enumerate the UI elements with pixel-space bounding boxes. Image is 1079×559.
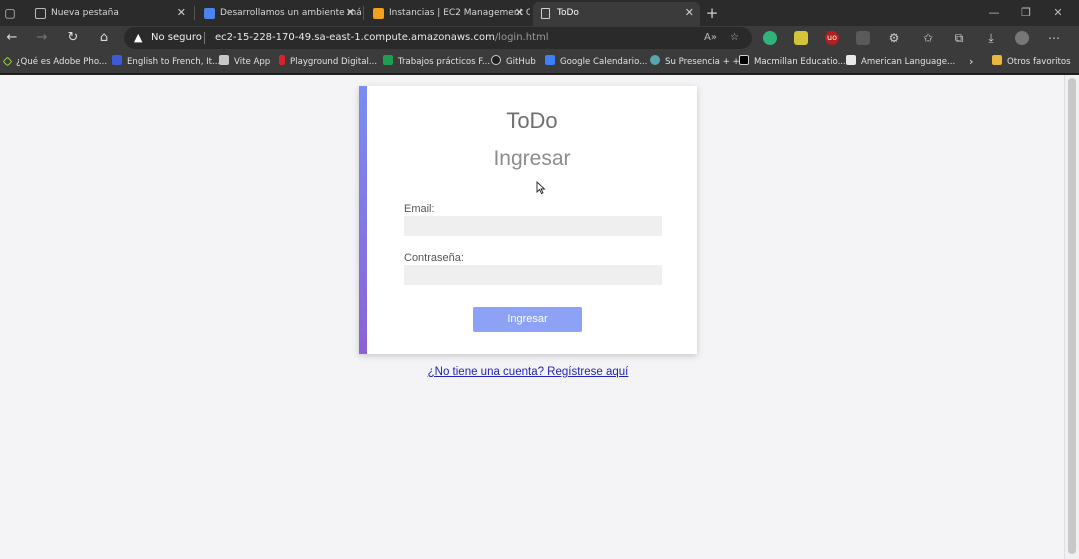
- more-menu-icon[interactable]: ⋯: [1044, 28, 1064, 48]
- downloads-icon[interactable]: ⤓: [981, 28, 1001, 48]
- minimize-icon[interactable]: —: [979, 3, 1009, 23]
- bookmark-item[interactable]: Google Calendario...: [545, 54, 647, 70]
- bookmark-item[interactable]: American Language...: [846, 54, 955, 70]
- password-field[interactable]: [404, 265, 662, 285]
- bookmark-favicon-icon: [279, 55, 285, 65]
- bookmark-item[interactable]: Trabajos prácticos F...: [383, 54, 490, 70]
- aws-icon: [373, 8, 384, 19]
- tab-actions-icon[interactable]: ▢: [0, 3, 20, 23]
- bookmark-favicon-icon: [739, 55, 749, 65]
- close-tab-icon[interactable]: ✕: [346, 2, 355, 24]
- bookmark-label: ¿Qué es Adobe Pho...: [16, 57, 108, 67]
- bookmarks-bar: ¿Qué es Adobe Pho... English to French, …: [0, 50, 1079, 74]
- bookmark-label: Google Calendario...: [560, 57, 648, 67]
- bookmark-label: Trabajos prácticos F...: [398, 57, 491, 67]
- bookmark-item[interactable]: English to French, It...: [112, 54, 220, 70]
- tab-label: Desarrollamos un ambiente más: [220, 8, 361, 18]
- bookmark-item[interactable]: Su Presencia + +: [650, 54, 740, 70]
- bookmark-label: Su Presencia + +: [665, 57, 740, 67]
- warning-icon: ▲: [134, 31, 143, 44]
- bookmark-label: American Language...: [861, 57, 956, 67]
- address-bar[interactable]: ▲ No seguro ec2-15-228-170-49.sa-east-1.…: [124, 27, 752, 49]
- restore-icon[interactable]: ❐: [1011, 3, 1041, 23]
- email-field[interactable]: [404, 216, 662, 236]
- back-icon[interactable]: ←: [1, 28, 23, 48]
- close-window-icon[interactable]: ✕: [1043, 3, 1073, 23]
- url-path: /login.html: [494, 32, 549, 43]
- bookmark-favicon-icon: [650, 55, 660, 65]
- tab-new-tab[interactable]: Nueva pestaña ✕: [27, 2, 192, 26]
- scrollbar-thumb[interactable]: [1068, 78, 1076, 554]
- close-tab-icon[interactable]: ✕: [515, 2, 524, 24]
- tab-ec2[interactable]: Instancias | EC2 Management Co ✕: [365, 2, 530, 26]
- calendar-icon: [545, 55, 555, 65]
- login-card: ToDo Ingresar Email: Contraseña: Ingresa…: [359, 86, 697, 354]
- tab-label: Nueva pestaña: [51, 8, 119, 18]
- new-tab-page-icon: [35, 8, 46, 19]
- url-host: ec2-15-228-170-49.sa-east-1.compute.amaz…: [215, 32, 495, 43]
- tab-divider: [363, 6, 364, 20]
- tab-divider: [194, 6, 195, 20]
- bookmark-label: GitHub: [506, 57, 536, 67]
- ublock-icon[interactable]: uo: [825, 31, 839, 45]
- register-link[interactable]: ¿No tiene una cuenta? Regístrese aquí: [359, 366, 697, 378]
- refresh-icon[interactable]: ↻: [62, 28, 84, 48]
- tab-bar: ▢ Nueva pestaña ✕ Desarrollamos un ambie…: [0, 0, 1079, 26]
- bookmark-item[interactable]: GitHub: [491, 54, 536, 70]
- new-tab-button[interactable]: +: [702, 3, 722, 23]
- mouse-cursor-icon: [536, 181, 546, 195]
- bookmark-label: Playground Digital...: [290, 57, 378, 67]
- extensions-puzzle-icon[interactable]: ⚙: [884, 28, 904, 48]
- bookmark-label: English to French, It...: [127, 57, 221, 67]
- email-label: Email:: [404, 203, 435, 215]
- bookmark-item[interactable]: Vite App: [219, 54, 270, 70]
- close-tab-icon[interactable]: ✕: [685, 2, 694, 24]
- bookmark-label: Vite App: [234, 57, 271, 67]
- app-title: ToDo: [506, 108, 558, 133]
- tab-label: ToDo: [557, 8, 579, 18]
- github-icon: [491, 55, 501, 65]
- bookmark-favicon-icon: [112, 55, 122, 65]
- bookmark-favicon-icon: [846, 55, 856, 65]
- extension-grammar-icon[interactable]: [763, 31, 777, 45]
- read-aloud-icon[interactable]: A»: [704, 27, 717, 49]
- url-text: ec2-15-228-170-49.sa-east-1.compute.amaz…: [215, 27, 549, 49]
- tab-docs[interactable]: Desarrollamos un ambiente más ✕: [196, 2, 361, 26]
- bookmark-item[interactable]: Macmillan Educatio...: [739, 54, 846, 70]
- login-button[interactable]: Ingresar: [473, 307, 582, 332]
- home-icon[interactable]: ⌂: [93, 28, 115, 48]
- tab-todo[interactable]: ToDo ✕: [533, 2, 700, 26]
- bookmark-favicon-icon: [219, 55, 229, 65]
- favorite-star-icon[interactable]: ☆: [730, 27, 739, 49]
- card-accent-bar: [359, 86, 367, 354]
- bookmark-favicon-icon: [2, 56, 13, 67]
- extension-copy-icon[interactable]: [856, 31, 870, 45]
- tab-label: Instancias | EC2 Management Co: [389, 8, 530, 18]
- login-heading: Ingresar: [493, 147, 571, 170]
- page-icon: [541, 8, 550, 19]
- bookmark-item[interactable]: Playground Digital...: [279, 54, 377, 70]
- extension-notes-icon[interactable]: [794, 31, 808, 45]
- bookmark-label: Otros favoritos: [1007, 57, 1071, 67]
- collections-icon[interactable]: ⧉: [949, 28, 969, 48]
- page-scrollbar[interactable]: [1064, 75, 1079, 559]
- close-tab-icon[interactable]: ✕: [177, 2, 186, 24]
- bookmark-item[interactable]: ¿Qué es Adobe Pho...: [2, 54, 108, 70]
- profile-avatar[interactable]: [1015, 31, 1029, 45]
- address-divider: [204, 32, 205, 44]
- security-label[interactable]: No seguro: [151, 27, 202, 49]
- folder-icon: [992, 55, 1002, 65]
- navigation-bar: ← → ↻ ⌂ ▲ No seguro ec2-15-228-170-49.sa…: [0, 26, 1079, 50]
- bookmark-favicon-icon: [383, 55, 393, 65]
- bookmark-label: Macmillan Educatio...: [754, 57, 846, 67]
- favorites-icon[interactable]: ✩: [918, 28, 938, 48]
- browser-chrome: ▢ Nueva pestaña ✕ Desarrollamos un ambie…: [0, 0, 1079, 75]
- other-favorites-folder[interactable]: Otros favoritos: [992, 54, 1071, 70]
- forward-icon[interactable]: →: [31, 28, 53, 48]
- more-bookmarks-chevron-icon[interactable]: ›: [969, 54, 973, 70]
- google-docs-icon: [204, 8, 215, 19]
- password-label: Contraseña:: [404, 252, 464, 264]
